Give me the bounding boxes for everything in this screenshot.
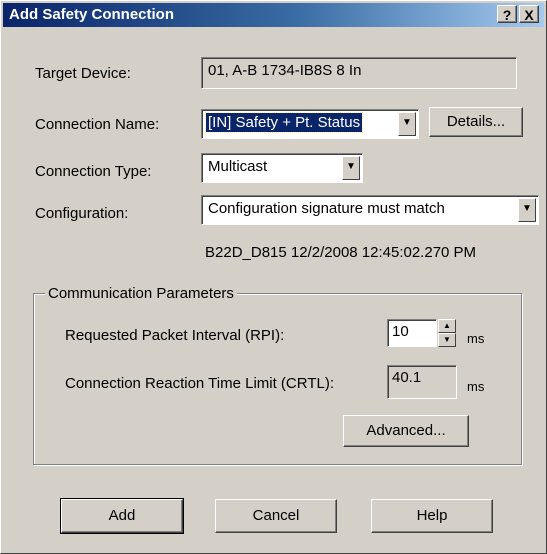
add-button[interactable]: Add	[60, 498, 184, 534]
chevron-down-icon[interactable]: ▼	[342, 156, 360, 180]
chevron-down-icon[interactable]: ▼	[518, 198, 536, 222]
crtl-field: 40.1	[387, 365, 457, 399]
connection-type-label: Connection Type:	[35, 163, 152, 180]
help-icon-button[interactable]: ?	[497, 5, 517, 23]
spin-down-icon[interactable]: ▼	[438, 333, 456, 347]
crtl-unit: ms	[467, 379, 485, 394]
advanced-button[interactable]: Advanced...	[343, 415, 469, 447]
window-title: Add Safety Connection	[9, 6, 175, 23]
rpi-label: Requested Packet Interval (RPI):	[65, 327, 285, 344]
target-device-field: 01, A-B 1734-IB8S 8 In	[201, 57, 517, 89]
connection-type-select[interactable]: Multicast ▼	[201, 153, 363, 183]
connection-name-value: [IN] Safety + Pt. Status	[204, 112, 364, 133]
connection-type-value: Multicast	[208, 158, 268, 175]
title-bar[interactable]: Add Safety Connection ? X	[3, 3, 544, 27]
crtl-label: Connection Reaction Time Limit (CRTL):	[65, 375, 334, 392]
spin-up-icon[interactable]: ▲	[438, 319, 456, 333]
connection-name-select[interactable]: [IN] Safety + Pt. Status ▼	[201, 109, 419, 139]
rpi-input[interactable]: 10	[387, 319, 437, 347]
close-button[interactable]: X	[519, 5, 539, 23]
target-device-label: Target Device:	[35, 65, 131, 82]
add-safety-connection-dialog: Add Safety Connection ? X Target Device:…	[0, 0, 547, 554]
configuration-label: Configuration:	[35, 205, 129, 222]
configuration-value: Configuration signature must match	[208, 200, 445, 217]
connection-name-label: Connection Name:	[35, 116, 160, 133]
configuration-select[interactable]: Configuration signature must match ▼	[201, 195, 539, 225]
rpi-unit: ms	[467, 331, 485, 346]
cancel-button[interactable]: Cancel	[215, 499, 337, 533]
chevron-down-icon[interactable]: ▼	[398, 112, 416, 136]
help-button[interactable]: Help	[371, 499, 493, 533]
configuration-signature: B22D_D815 12/2/2008 12:45:02.270 PM	[205, 244, 477, 261]
communication-parameters-title: Communication Parameters	[45, 285, 237, 302]
details-button[interactable]: Details...	[429, 107, 523, 137]
